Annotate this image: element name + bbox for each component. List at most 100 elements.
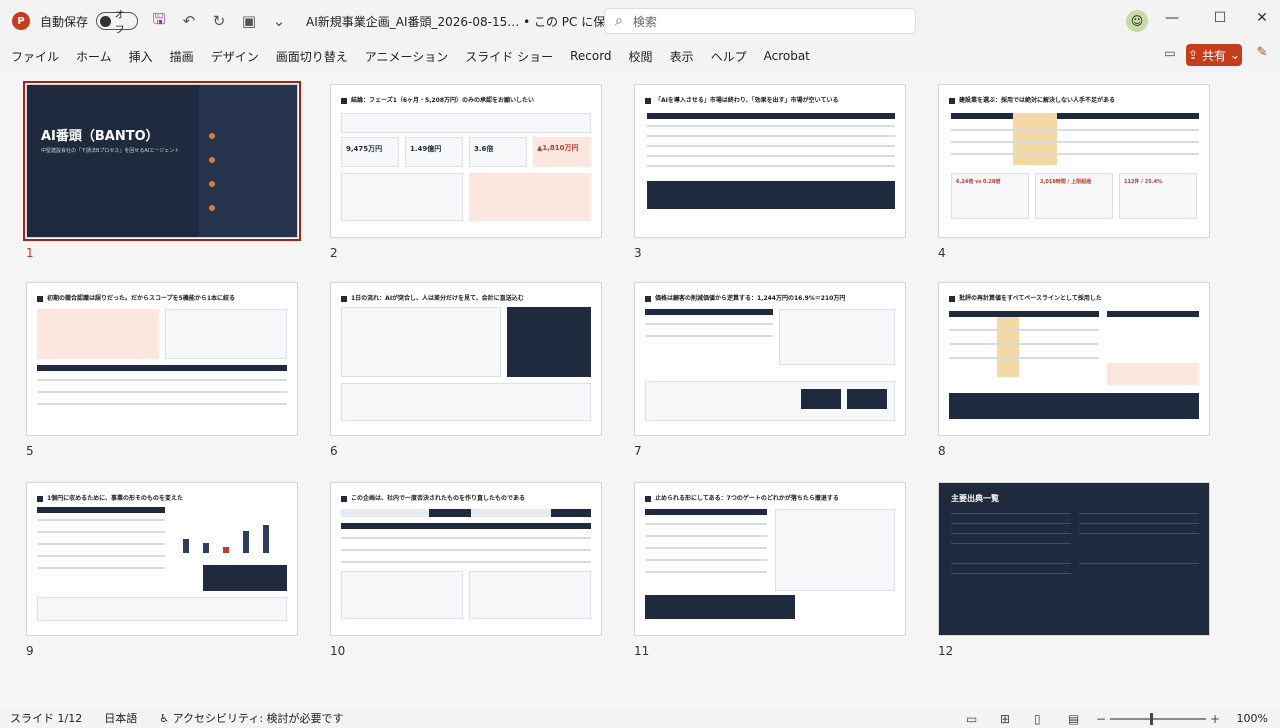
- tab-transitions[interactable]: 画面切り替え: [276, 48, 348, 65]
- step-active: [429, 509, 471, 517]
- agenda-dot: [209, 205, 215, 211]
- reading-view-icon[interactable]: ▯: [1034, 712, 1041, 726]
- chart-bar: [243, 531, 249, 553]
- toggle-knob-icon: [100, 15, 111, 27]
- slide-thumbnail-11[interactable]: 止められる形にしてある：7つのゲートのどれかが落ちたら撤退する: [634, 482, 906, 636]
- table-header: [949, 311, 1099, 317]
- table-header: [647, 113, 895, 119]
- undo-icon[interactable]: ↶: [180, 12, 198, 30]
- table-header: [37, 365, 287, 371]
- slide-6-title: 1日の流れ：AIが突合し、人は差分だけを見て、会計に直送込む: [341, 293, 593, 302]
- share-button[interactable]: ⇪ 共有 ⌄: [1186, 44, 1242, 66]
- tab-animations[interactable]: アニメーション: [365, 48, 449, 65]
- slide-number: 10: [330, 644, 346, 658]
- tab-acrobat[interactable]: Acrobat: [764, 49, 810, 63]
- content-box: [341, 571, 463, 619]
- tab-home[interactable]: ホーム: [76, 48, 112, 65]
- table-row: [37, 519, 165, 521]
- zoom-slider[interactable]: [1110, 718, 1206, 720]
- slide-thumbnail-6[interactable]: 1日の流れ：AIが突合し、人は差分だけを見て、会計に直送込む: [330, 282, 602, 436]
- autosave-toggle[interactable]: オフ: [96, 10, 139, 36]
- slide-1-subtitle: 中堅建設会社の「下請法Bプロセス」を回せるAIエージェント: [41, 148, 180, 154]
- tab-insert[interactable]: 挿入: [129, 48, 153, 65]
- tab-design[interactable]: デザイン: [211, 48, 259, 65]
- table-row: [645, 547, 767, 549]
- content-box: [37, 597, 287, 621]
- customize-icon[interactable]: ⌄: [270, 12, 288, 30]
- save-icon[interactable]: 🖫: [150, 9, 168, 34]
- content-box: [1107, 363, 1199, 385]
- tab-help[interactable]: ヘルプ: [711, 48, 747, 65]
- summary-box: [507, 307, 591, 377]
- metric-value: 3.6倍: [474, 145, 494, 153]
- ribbon-tabs: ファイル ホーム 挿入 描画 デザイン 画面切り替え アニメーション スライド …: [0, 42, 1280, 70]
- slide-number: 12: [938, 644, 954, 658]
- zoom-level[interactable]: 100%: [1237, 712, 1268, 725]
- avatar[interactable]: ☺: [1126, 10, 1148, 32]
- summary-box: [203, 565, 287, 591]
- slide-sorter-view-icon[interactable]: ⊞: [1000, 712, 1010, 726]
- slide-thumbnail-10[interactable]: この企画は、社内で一度否決されたものを作り直したものである: [330, 482, 602, 636]
- slide-1-agenda-panel: [199, 85, 297, 237]
- table-row: [37, 379, 287, 381]
- document-title[interactable]: AI新規事業企画_AI番頭_2026-08-15… • この PC に保存済み …: [306, 13, 655, 30]
- tab-view[interactable]: 表示: [670, 48, 694, 65]
- tab-slideshow[interactable]: スライド ショー: [465, 48, 553, 65]
- metric-card: [847, 389, 887, 409]
- table-row: [341, 561, 591, 563]
- slide-number: 11: [634, 644, 650, 658]
- tab-file[interactable]: ファイル: [11, 48, 59, 65]
- tab-record[interactable]: Record: [570, 49, 611, 63]
- normal-view-icon[interactable]: ▭: [966, 712, 977, 726]
- source-line: [951, 513, 1071, 514]
- minimize-icon[interactable]: —: [1160, 10, 1184, 26]
- table-row: [647, 155, 895, 157]
- slide-thumbnail-12[interactable]: 主要出典一覧: [938, 482, 1210, 636]
- step-active: [551, 509, 591, 517]
- table-row: [645, 335, 773, 337]
- source-line: [1079, 513, 1199, 514]
- language-status[interactable]: 日本語: [104, 710, 137, 726]
- accessibility-status[interactable]: ♿ アクセシビリティ: 検討が必要です: [159, 710, 343, 726]
- tab-review[interactable]: 校閲: [629, 48, 653, 65]
- slide-thumbnail-9[interactable]: 1個円に収めるために、事業の形そのものを変えた: [26, 482, 298, 636]
- metric-value: 6.24倍 vs 0.28倍: [956, 179, 1001, 185]
- slide-11-title: 止められる形にしてある：7つのゲートのどれかが落ちたら撤退する: [645, 493, 897, 502]
- slide-thumbnail-7[interactable]: 価格は顧客の削減価値から逆算する：1,244万円の16.9%＝210万円: [634, 282, 906, 436]
- table-row: [37, 391, 287, 393]
- chart-bar: [183, 539, 189, 553]
- content-box: [341, 307, 501, 377]
- toggle-label: オフ: [114, 10, 125, 36]
- search-input[interactable]: ⌕ 検索: [604, 8, 916, 34]
- source-line: [951, 533, 1071, 534]
- slide-thumbnail-8[interactable]: 批評の再計算値をすべてベースラインとして採用した: [938, 282, 1210, 436]
- table-row: [341, 549, 591, 551]
- metric-card: 9,475万円: [341, 137, 399, 167]
- zoom-out-icon[interactable]: −: [1096, 712, 1106, 726]
- source-line: [951, 523, 1071, 524]
- metric-value: 1.49億円: [410, 145, 442, 153]
- search-icon: ⌕: [615, 13, 623, 29]
- zoom-in-icon[interactable]: +: [1210, 712, 1220, 726]
- slideshow-view-icon[interactable]: ▤: [1068, 712, 1079, 726]
- designer-icon[interactable]: ✎: [1252, 45, 1272, 65]
- slide-4-title: 建設業を選ぶ：採用では絶対に解決しない人手不足がある: [949, 95, 1201, 104]
- slide-thumbnail-4[interactable]: 建設業を選ぶ：採用では絶対に解決しない人手不足がある 6.24倍 vs 0.28…: [938, 84, 1210, 238]
- slide-thumbnail-1[interactable]: AI番頭（BANTO） 中堅建設会社の「下請法Bプロセス」を回せるAIエージェン…: [23, 81, 301, 241]
- present-icon[interactable]: ▣: [240, 12, 258, 30]
- chevron-down-icon: ⌄: [1226, 48, 1240, 62]
- maximize-icon[interactable]: ☐: [1208, 10, 1232, 26]
- redo-icon[interactable]: ↻: [210, 12, 228, 30]
- slide-thumbnail-2[interactable]: 結論：フェーズ1（6ヶ月・5,208万円）のみの承認をお願いしたい 9,475万…: [330, 84, 602, 238]
- summary-box: [949, 393, 1199, 419]
- slide-thumbnail-5[interactable]: 初期の競合認識は誤りだった。だからスコープを5機能から1本に絞る: [26, 282, 298, 436]
- slide-thumbnail-3[interactable]: 「AIを導入させる」市場は終わり、「効果を出す」市場が空いている: [634, 84, 906, 238]
- agenda-dot: [209, 133, 215, 139]
- comment-icon[interactable]: ▭: [1160, 46, 1180, 64]
- tab-draw[interactable]: 描画: [170, 48, 194, 65]
- table-row: [37, 555, 165, 557]
- slide-number: 5: [26, 444, 34, 458]
- close-icon[interactable]: ✕: [1250, 10, 1274, 26]
- zoom-slider-thumb[interactable]: [1150, 713, 1153, 725]
- content-box: [341, 383, 591, 421]
